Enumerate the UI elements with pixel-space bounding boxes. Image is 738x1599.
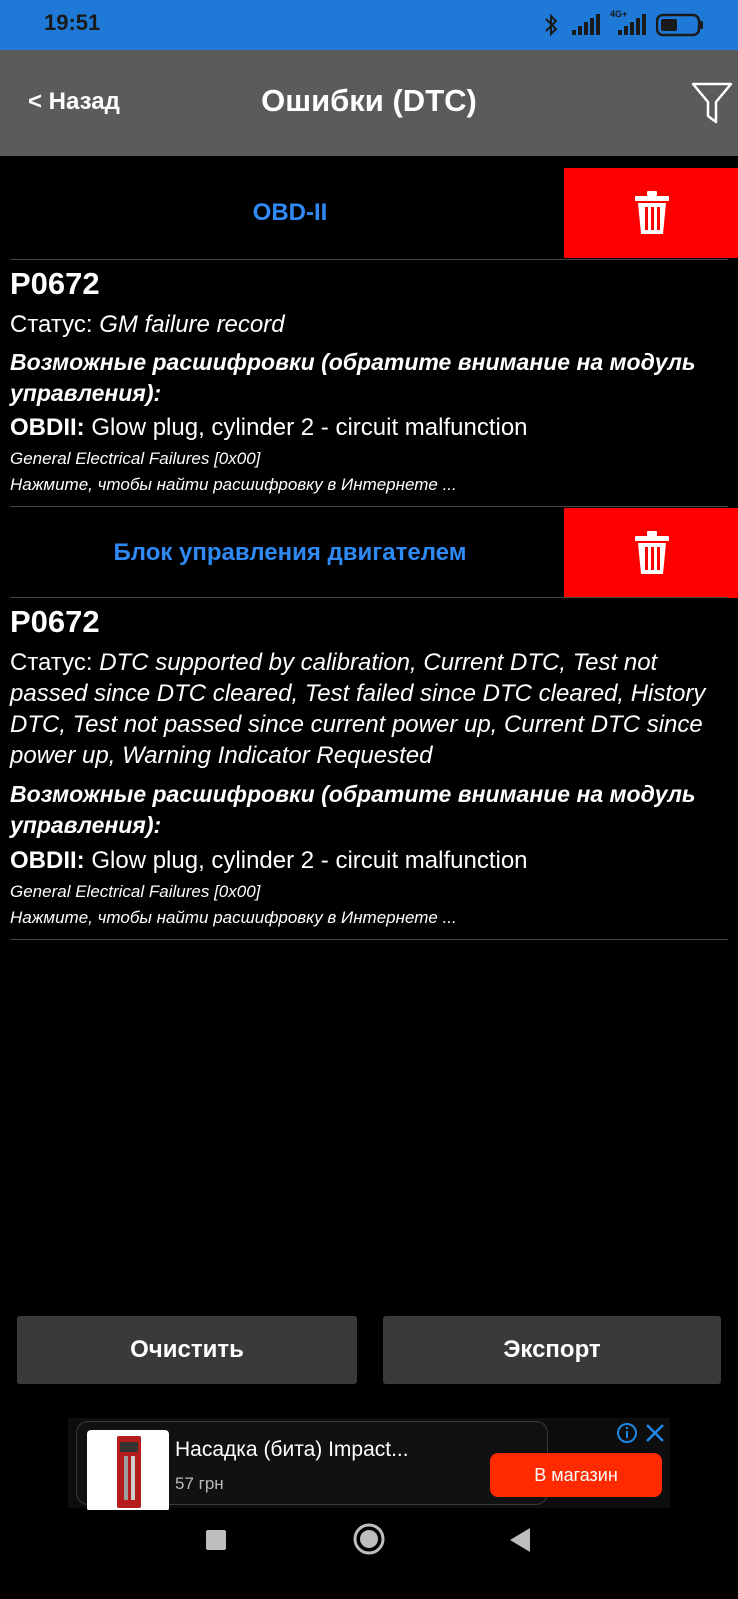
status-value: DTC supported by calibration, Current DT…: [10, 649, 706, 769]
divider: [10, 259, 728, 260]
home-circle-icon[interactable]: [352, 1522, 386, 1556]
section-title: Блок управления двигателем: [113, 539, 467, 566]
dtc-status: Статус: GM failure record: [10, 309, 725, 340]
status-time: 19:51: [44, 10, 101, 35]
back-triangle-icon[interactable]: [508, 1526, 532, 1554]
ad-product-image: [87, 1430, 169, 1512]
decode-hint: Возможные расшифровки (обратите внимание…: [10, 781, 696, 838]
status-value: GM failure record: [99, 311, 285, 338]
divider: [10, 506, 728, 507]
delete-button[interactable]: [564, 508, 738, 598]
obd-label: OBDII:: [10, 414, 85, 441]
section-title: OBD-II: [252, 199, 328, 226]
ad-shop-button[interactable]: В магазин: [490, 1453, 662, 1497]
status-bar: 19:51 4G+: [0, 0, 738, 50]
search-online-link[interactable]: Нажмите, чтобы найти расшифровку в Интер…: [10, 475, 457, 495]
failure-type: General Electrical Failures [0x00]: [10, 882, 261, 901]
info-icon[interactable]: [616, 1422, 638, 1444]
dtc-status: Статус: DTC supported by calibration, Cu…: [10, 647, 725, 771]
status-label: Статус:: [10, 311, 100, 338]
decode-hint: Возможные расшифровки (обратите внимание…: [10, 349, 696, 406]
signal-icon: [572, 14, 600, 35]
status-icons: 4G+: [542, 10, 704, 38]
clear-button[interactable]: Очистить: [17, 1316, 357, 1384]
filter-icon[interactable]: [690, 78, 734, 128]
failure-type: General Electrical Failures [0x00]: [10, 449, 261, 468]
delete-button[interactable]: [564, 168, 738, 258]
trash-icon: [635, 531, 669, 574]
section-header-obd2: OBD-II: [10, 168, 738, 258]
app-header: < Назад Ошибки (DTC): [0, 50, 738, 156]
bluetooth-icon: [545, 13, 558, 37]
signal-4g-icon: 4G+: [610, 10, 646, 36]
recents-square-icon[interactable]: [204, 1528, 228, 1552]
ad-price: 57 грн: [175, 1474, 224, 1493]
divider: [10, 597, 728, 598]
dtc-code: P0672: [10, 266, 100, 301]
ad-title: Насадка (бита) Impact...: [175, 1438, 409, 1461]
system-navbar: [0, 1510, 738, 1599]
page-title: Ошибки (DTC): [261, 83, 477, 118]
ad-banner: Насадка (бита) Impact... 57 грн В магази…: [68, 1418, 670, 1512]
obd-text: Glow plug, cylinder 2 - circuit malfunct…: [84, 414, 528, 441]
section-header-engine: Блок управления двигателем: [10, 508, 738, 598]
search-online-link[interactable]: Нажмите, чтобы найти расшифровку в Интер…: [10, 908, 457, 928]
divider: [10, 939, 728, 940]
obd-label: OBDII:: [10, 847, 85, 874]
obd-description: OBDII: Glow plug, cylinder 2 - circuit m…: [10, 414, 528, 442]
battery-icon: [656, 13, 703, 37]
close-icon[interactable]: [644, 1422, 666, 1444]
status-label: Статус:: [10, 649, 100, 676]
obd-text: Glow plug, cylinder 2 - circuit malfunct…: [84, 847, 528, 874]
obd-description: OBDII: Glow plug, cylinder 2 - circuit m…: [10, 847, 528, 875]
dtc-code: P0672: [10, 604, 100, 639]
trash-icon: [635, 191, 669, 234]
export-button[interactable]: Экспорт: [383, 1316, 721, 1384]
ad-card[interactable]: Насадка (бита) Impact... 57 грн: [76, 1421, 548, 1512]
